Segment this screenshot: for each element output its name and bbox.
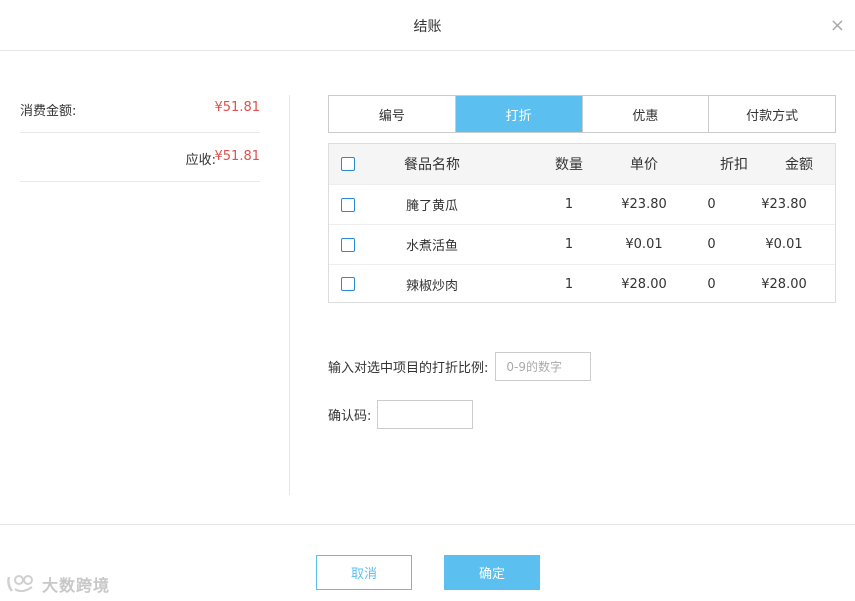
discount-ratio-input[interactable] bbox=[495, 352, 592, 381]
confirm-button[interactable]: 确定 bbox=[444, 555, 540, 590]
item-qty: 1 bbox=[564, 197, 574, 212]
tab-bar: 编号 打折 优惠 付款方式 bbox=[328, 95, 836, 133]
table-header-row: 餐品名称 数量 单价 折扣 金额 bbox=[329, 144, 835, 185]
item-amount: ¥0.01 bbox=[765, 237, 803, 252]
header-discount: 折扣 bbox=[720, 157, 748, 173]
item-qty: 1 bbox=[564, 237, 574, 252]
tab-number[interactable]: 编号 bbox=[329, 96, 456, 132]
table-row: 辣椒炒肉 1 ¥28.00 0 ¥28.00 bbox=[329, 265, 835, 303]
confirm-code-field-group: 确认码: bbox=[328, 400, 474, 429]
tab-payment-method[interactable]: 付款方式 bbox=[709, 96, 835, 132]
row-checkbox[interactable] bbox=[341, 277, 355, 291]
header-price: 单价 bbox=[630, 157, 658, 173]
item-discount: 0 bbox=[707, 237, 716, 252]
header-amount: 金额 bbox=[785, 157, 813, 173]
confirm-code-input[interactable] bbox=[377, 400, 474, 429]
row-checkbox[interactable] bbox=[341, 197, 355, 212]
confirm-code-label: 确认码: bbox=[328, 409, 372, 424]
item-amount: ¥23.80 bbox=[761, 197, 807, 212]
dialog-title: 结账 bbox=[413, 19, 442, 35]
table-row: 水煮活鱼 1 ¥0.01 0 ¥0.01 bbox=[329, 225, 835, 265]
watermark-logo-icon bbox=[7, 575, 33, 593]
discount-ratio-label: 输入对选中项目的打折比例: bbox=[328, 361, 489, 376]
watermark: 大数跨境 bbox=[6, 572, 110, 596]
item-qty: 1 bbox=[564, 276, 574, 292]
consumption-row: 消费金额: ¥51.81 bbox=[20, 84, 260, 133]
item-discount: 0 bbox=[707, 197, 716, 212]
tab-discount[interactable]: 打折 bbox=[455, 96, 583, 132]
receivable-row: 应收: ¥51.81 bbox=[20, 133, 260, 182]
consumption-value: ¥51.81 bbox=[214, 100, 261, 115]
items-table: 餐品名称 数量 单价 折扣 金额 腌了黄瓜 1 ¥23.80 0 ¥23.80 … bbox=[328, 143, 836, 303]
close-icon[interactable]: × bbox=[830, 16, 845, 36]
header-qty: 数量 bbox=[555, 157, 583, 173]
header-name: 餐品名称 bbox=[404, 157, 460, 173]
tab-promotion[interactable]: 优惠 bbox=[583, 96, 710, 132]
item-name: 水煮活鱼 bbox=[405, 239, 458, 254]
discount-ratio-field-group: 输入对选中项目的打折比例: bbox=[328, 352, 592, 381]
item-name: 腌了黄瓜 bbox=[405, 199, 458, 214]
receivable-value: ¥51.81 bbox=[214, 149, 261, 164]
row-checkbox[interactable] bbox=[341, 237, 355, 252]
receivable-label: 应收: bbox=[185, 153, 216, 168]
vertical-divider bbox=[289, 95, 290, 495]
item-price: ¥0.01 bbox=[625, 237, 663, 252]
select-all-checkbox[interactable] bbox=[341, 157, 355, 171]
footer-divider bbox=[0, 524, 855, 525]
summary-panel: 消费金额: ¥51.81 应收: ¥51.81 bbox=[20, 84, 260, 182]
consumption-label: 消费金额: bbox=[20, 104, 77, 119]
item-name: 辣椒炒肉 bbox=[405, 278, 458, 294]
item-price: ¥28.00 bbox=[621, 276, 667, 292]
watermark-text: 大数跨境 bbox=[42, 576, 111, 595]
table-row: 腌了黄瓜 1 ¥23.80 0 ¥23.80 bbox=[329, 185, 835, 225]
item-amount: ¥28.00 bbox=[761, 276, 807, 292]
item-price: ¥23.80 bbox=[621, 197, 667, 212]
item-discount: 0 bbox=[707, 276, 716, 292]
cancel-button[interactable]: 取消 bbox=[316, 555, 412, 590]
dialog-header: 结账 × bbox=[0, 0, 855, 51]
